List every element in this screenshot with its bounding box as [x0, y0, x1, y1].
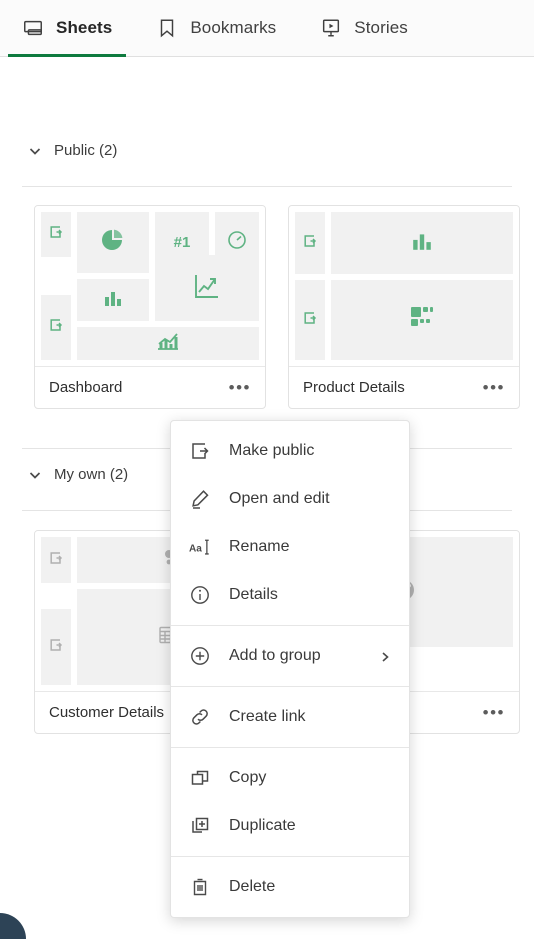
section-divider-public [22, 186, 512, 187]
duplicate-icon [189, 815, 211, 837]
pie-chart-icon [100, 227, 126, 258]
sheets-icon [22, 17, 44, 39]
tab-bookmarks[interactable]: Bookmarks [134, 0, 298, 57]
menu-item-label: Copy [229, 769, 267, 786]
card-footer: Dashboard ••• [35, 366, 265, 408]
menu-item-duplicate[interactable]: Duplicate [171, 802, 409, 850]
barchart-tile [331, 212, 513, 274]
gauge-icon [226, 229, 248, 256]
menu-item-create-link[interactable]: Create link [171, 693, 409, 741]
make-public-icon [189, 440, 211, 462]
menu-item-label: Rename [229, 538, 290, 555]
chevron-down-icon [28, 144, 42, 158]
thumbnail-filter-column [41, 212, 71, 360]
menu-item-details[interactable]: Details [171, 571, 409, 619]
menu-divider [171, 747, 409, 748]
section-header-public[interactable]: Public (2) [0, 142, 117, 159]
menu-item-label: Details [229, 586, 278, 603]
trash-icon [189, 876, 211, 898]
menu-item-label: Make public [229, 442, 315, 459]
filter-tile [41, 294, 71, 360]
tab-sheets-label: Sheets [56, 18, 113, 37]
filterpane-icon [302, 310, 318, 331]
thumbnail-charts: #1 [77, 212, 259, 360]
filterpane-icon [302, 233, 318, 254]
line-chart-icon [192, 271, 222, 306]
link-icon [189, 706, 211, 728]
tab-sheets[interactable]: Sheets [0, 0, 134, 57]
menu-item-label: Open and edit [229, 490, 330, 507]
filterpane-icon [48, 550, 64, 571]
bar-chart-icon [411, 230, 433, 257]
treemap-tile [331, 280, 513, 360]
sheet-thumbnail [289, 206, 519, 366]
bookmark-icon [156, 17, 178, 39]
barchart-tile [77, 279, 149, 321]
card-title: Product Details [303, 379, 405, 396]
thumbnail-charts [331, 212, 513, 360]
card-more-menu-button[interactable]: ••• [229, 379, 251, 396]
top-tab-bar: Sheets Bookmarks Stories [0, 0, 534, 57]
combo-chart-icon [154, 327, 182, 360]
tab-stories[interactable]: Stories [298, 0, 430, 57]
story-icon [320, 17, 342, 39]
filter-tile [41, 537, 71, 583]
card-row-public: #1 Dashboard ••• Product Details ••• [0, 205, 534, 409]
filterpane-icon [48, 224, 64, 245]
menu-divider [171, 686, 409, 687]
card-footer: Product Details ••• [289, 366, 519, 408]
svg-text:Aa: Aa [189, 544, 202, 555]
filterpane-icon [48, 317, 64, 338]
sheet-thumbnail: #1 [35, 206, 265, 366]
filter-tile [295, 280, 325, 360]
card-title: Dashboard [49, 379, 123, 396]
sheets-panel: Sheets Bookmarks Stories Public (2) #1 D… [0, 0, 534, 939]
menu-item-label: Create link [229, 708, 306, 725]
linechart-tile [155, 255, 259, 321]
menu-item-make-public[interactable]: Make public [171, 427, 409, 475]
menu-item-label: Duplicate [229, 817, 296, 834]
menu-item-label: Delete [229, 878, 276, 895]
chevron-right-icon [379, 650, 391, 662]
sheet-context-menu: Make public Open and edit Aa Rename Deta… [170, 420, 410, 918]
sheet-card-product-details[interactable]: Product Details ••• [288, 205, 520, 409]
pencil-icon [189, 488, 211, 510]
thumbnail-gap [41, 263, 71, 289]
sheet-card-dashboard[interactable]: #1 Dashboard ••• [34, 205, 266, 409]
treemap-icon [410, 306, 434, 335]
filter-tile [295, 212, 325, 274]
bar-chart-icon [103, 288, 123, 313]
menu-item-rename[interactable]: Aa Rename [171, 523, 409, 571]
plus-circle-icon [189, 645, 211, 667]
menu-item-open-and-edit[interactable]: Open and edit [171, 475, 409, 523]
thumbnail-gap [41, 589, 71, 603]
kpi-value: #1 [173, 234, 191, 252]
copy-icon [189, 767, 211, 789]
menu-item-label: Add to group [229, 647, 321, 664]
filterpane-icon [48, 637, 64, 658]
section-header-my-own[interactable]: My own (2) [0, 466, 128, 483]
thumbnail-filter-column [41, 537, 71, 685]
filter-tile [41, 212, 71, 258]
piechart-tile [77, 212, 149, 274]
card-more-menu-button[interactable]: ••• [483, 379, 505, 396]
menu-divider [171, 856, 409, 857]
card-title: Customer Details [49, 704, 165, 721]
menu-item-add-to-group[interactable]: Add to group [171, 632, 409, 680]
card-more-menu-button[interactable]: ••• [483, 704, 505, 721]
menu-divider [171, 625, 409, 626]
section-title-my-own: My own (2) [54, 466, 129, 483]
combochart-tile [77, 327, 259, 360]
info-icon [189, 584, 211, 606]
tab-bookmarks-label: Bookmarks [190, 18, 277, 37]
thumbnail-filter-column [295, 212, 325, 360]
chevron-down-icon [28, 468, 42, 482]
corner-accent [0, 913, 26, 939]
menu-item-copy[interactable]: Copy [171, 754, 409, 802]
filter-tile [41, 609, 71, 685]
section-title-public: Public (2) [54, 142, 118, 159]
tab-stories-label: Stories [354, 18, 408, 37]
menu-item-delete[interactable]: Delete [171, 863, 409, 911]
rename-icon: Aa [189, 536, 211, 558]
